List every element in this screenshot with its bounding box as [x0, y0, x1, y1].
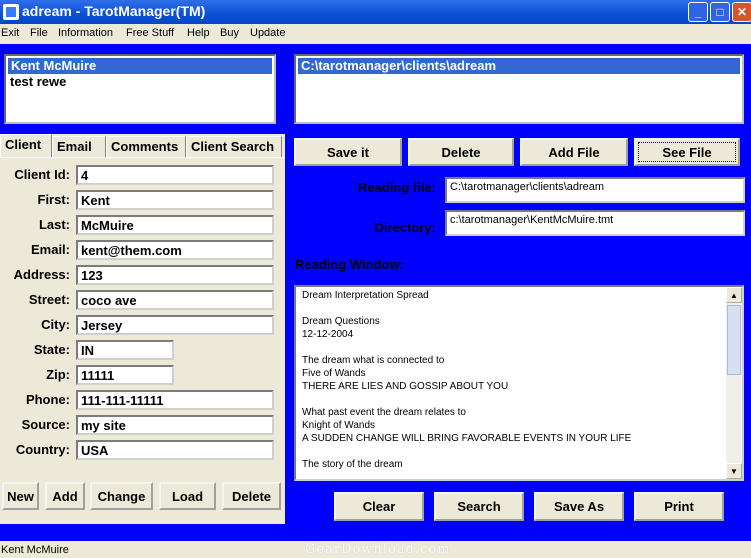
file-list-item[interactable]: C:\tarotmanager\clients\adream: [298, 58, 740, 74]
directory-field[interactable]: c:\tarotmanager\KentMcMuire.tmt: [445, 210, 745, 236]
new-client-button[interactable]: New: [2, 482, 39, 510]
last-name-label: Last:: [38, 217, 70, 232]
address-field[interactable]: 123: [76, 265, 274, 285]
print-button[interactable]: Print: [634, 492, 724, 521]
first-name-field[interactable]: Kent: [76, 190, 274, 210]
tab-comments[interactable]: Comments: [106, 136, 186, 158]
reading-file-field[interactable]: C:\tarotmanager\clients\adream: [445, 177, 745, 203]
state-label: State:: [33, 342, 70, 357]
tab-email[interactable]: Email: [52, 136, 106, 158]
watermark: GearDownload.com: [305, 542, 451, 557]
save-it-button[interactable]: Save it: [294, 138, 402, 166]
maximize-icon: □: [716, 5, 724, 19]
client-list[interactable]: Kent McMuire test rewe: [4, 54, 276, 124]
client-list-item[interactable]: test rewe: [6, 74, 274, 90]
close-icon: ✕: [736, 5, 748, 19]
app-icon: [3, 4, 19, 20]
status-text: Kent McMuire: [1, 544, 69, 556]
city-field[interactable]: Jersey: [76, 315, 274, 335]
menu-buy[interactable]: Buy: [220, 27, 239, 39]
title-bar: adream - TarotManager(TM) _ □ ✕: [0, 0, 751, 24]
menu-update[interactable]: Update: [250, 27, 285, 39]
menu-bar: Exit File Information Free Stuff Help Bu…: [0, 24, 751, 44]
clear-button[interactable]: Clear: [334, 492, 424, 521]
window-title: adream - TarotManager(TM): [22, 3, 206, 19]
tab-client-search[interactable]: Client Search: [186, 136, 282, 158]
client-list-item[interactable]: Kent McMuire: [8, 58, 272, 74]
close-button[interactable]: ✕: [732, 2, 751, 22]
menu-help[interactable]: Help: [187, 27, 210, 39]
change-client-button[interactable]: Change: [90, 482, 153, 510]
tab-divider: [0, 157, 285, 158]
scroll-thumb[interactable]: [727, 305, 741, 375]
client-panel: Client Email Comments Client Search Clie…: [0, 134, 285, 524]
reading-file-label: Reading file:: [357, 180, 436, 195]
menu-file[interactable]: File: [30, 27, 48, 39]
zip-label: Zip:: [46, 367, 70, 382]
last-name-field[interactable]: McMuire: [76, 215, 274, 235]
email-field[interactable]: kent@them.com: [76, 240, 274, 260]
email-label: Email:: [30, 242, 70, 257]
delete-file-button[interactable]: Delete: [408, 138, 514, 166]
street-label: Street:: [28, 292, 70, 307]
street-field[interactable]: coco ave: [76, 290, 274, 310]
menu-information[interactable]: Information: [58, 27, 113, 39]
scroll-up-icon[interactable]: ▲: [726, 287, 742, 303]
client-id-field[interactable]: 4: [76, 165, 274, 185]
vertical-scrollbar[interactable]: ▲ ▼: [726, 287, 742, 479]
file-list[interactable]: C:\tarotmanager\clients\adream: [294, 54, 744, 124]
zip-field[interactable]: 11111: [76, 365, 174, 385]
search-button[interactable]: Search: [434, 492, 524, 521]
directory-label: Directory:: [374, 220, 436, 235]
state-field[interactable]: IN: [76, 340, 174, 360]
add-file-button[interactable]: Add File: [520, 138, 628, 166]
menu-free-stuff[interactable]: Free Stuff: [126, 27, 174, 39]
menu-exit[interactable]: Exit: [1, 27, 19, 39]
tab-strip: Client Email Comments Client Search: [0, 134, 285, 158]
address-label: Address:: [13, 267, 70, 282]
first-name-label: First:: [37, 192, 71, 207]
delete-client-button[interactable]: Delete: [222, 482, 281, 510]
scroll-down-icon[interactable]: ▼: [726, 463, 742, 479]
maximize-button[interactable]: □: [710, 2, 730, 22]
minimize-button[interactable]: _: [688, 2, 708, 22]
client-id-label: Client Id:: [14, 167, 70, 182]
country-field[interactable]: USA: [76, 440, 274, 460]
country-label: Country:: [15, 442, 70, 457]
phone-field[interactable]: 111-111-11111: [76, 390, 274, 410]
reading-window-label: Reading Window:: [295, 257, 404, 272]
minimize-icon: _: [694, 5, 702, 19]
reading-content: Dream Interpretation Spread Dream Questi…: [302, 290, 632, 470]
source-field[interactable]: my site: [76, 415, 274, 435]
source-label: Source:: [21, 417, 70, 432]
city-label: City:: [41, 317, 70, 332]
reading-window[interactable]: Dream Interpretation Spread Dream Questi…: [294, 285, 744, 481]
tab-client[interactable]: Client: [0, 134, 52, 158]
see-file-button[interactable]: See File: [634, 138, 740, 166]
load-client-button[interactable]: Load: [159, 482, 216, 510]
phone-label: Phone:: [25, 392, 70, 407]
add-client-button[interactable]: Add: [45, 482, 85, 510]
save-as-button[interactable]: Save As: [534, 492, 624, 521]
status-bar: Kent McMuire GearDownload.com: [0, 541, 751, 558]
